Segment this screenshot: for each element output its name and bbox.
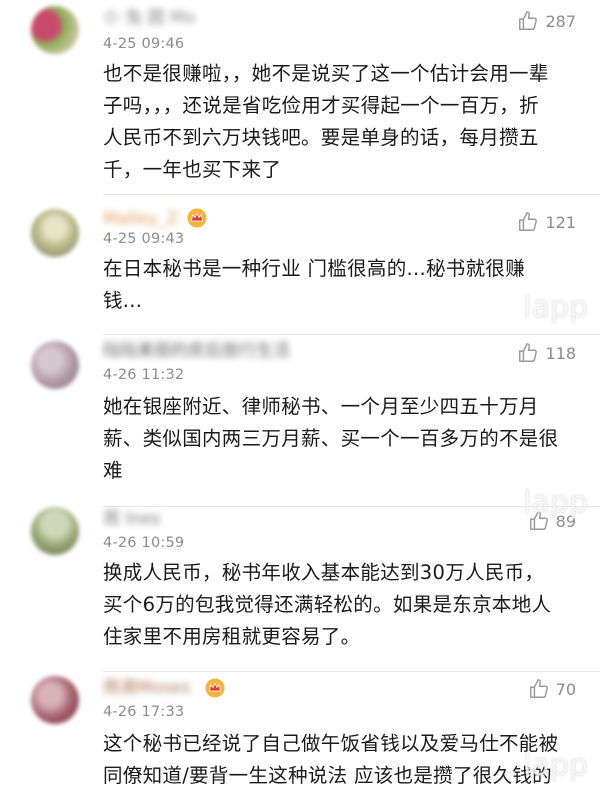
comment-line: 买个6万的包我觉得还满轻松的。如果是东京本地人 xyxy=(103,593,552,616)
comment-line: 在日本秘书是一种行业 门槛很高的...秘书就很赚 xyxy=(103,257,525,280)
comment-item: 周 Ines 4-26 10:59 89 换成人民币，秘书年收入基本能达到30万… xyxy=(0,507,600,672)
comment-text: 也不是很赚啦，，她不是说买了这一个估计会用一辈 子吗，，，还说是省吃俭用才买得起… xyxy=(103,58,583,186)
avatar[interactable] xyxy=(31,209,79,257)
like-button[interactable]: 121 xyxy=(517,211,576,233)
crown-icon xyxy=(187,208,207,228)
thumbs-up-icon xyxy=(519,11,538,30)
username[interactable]: 小 兔 圆 Mo xyxy=(103,8,195,28)
username[interactable]: 陆陆美丽的房后旅行生活 xyxy=(103,341,290,361)
comment-item: Malley_Z 4-25 09:43 121 在日本秘书是一种行业 门槛很高的… xyxy=(0,195,600,335)
avatar[interactable] xyxy=(31,341,79,389)
comment-text: 她在银座附近、律师秘书、一个月至少四五十万月 薪、类似国内两三万月薪、买一个一百… xyxy=(103,391,583,487)
comment-time: 4-26 11:32 xyxy=(103,367,185,383)
crown-icon xyxy=(205,678,225,698)
like-count: 118 xyxy=(545,343,576,363)
like-count: 89 xyxy=(555,511,576,531)
thumbs-up-icon xyxy=(529,679,548,698)
username[interactable]: 雨滴Moses xyxy=(103,678,190,698)
comment-time: 4-25 09:46 xyxy=(103,36,185,52)
like-button[interactable]: 70 xyxy=(528,678,576,700)
like-count: 287 xyxy=(545,11,576,31)
comment-line: 人民币不到六万块钱吧。要是单身的话，每月攒五 xyxy=(103,126,539,149)
thumbs-up-icon xyxy=(529,511,548,530)
comment-item: 陆陆美丽的房后旅行生活 4-26 11:32 118 她在银座附近、律师秘书、一… xyxy=(0,335,600,507)
comment-time: 4-26 10:59 xyxy=(103,535,185,551)
comment-line: 她在银座附近、律师秘书、一个月至少四五十万月 xyxy=(103,395,539,418)
comment-item: 小 兔 圆 Mo 4-25 09:46 287 也不是很赚啦，，她不是说买了这一… xyxy=(0,0,600,195)
thumbs-up-icon xyxy=(519,343,538,362)
comment-line: 子吗，，，还说是省吃俭用才买得起一个一百万，折 xyxy=(103,94,539,117)
like-button[interactable]: 287 xyxy=(517,10,576,32)
comment-line: 薪、类似国内两三万月薪、买一个一百多万的不是很 xyxy=(103,427,559,450)
comment-text: 这个秘书已经说了自己做午饭省钱以及爱马仕不能被 同僚知道/要背一生这种说法 应该… xyxy=(103,728,583,792)
comment-item: 雨滴Moses 4-26 17:33 70 这个秘书已经说了自己做午饭省钱以及爱… xyxy=(0,672,600,799)
comment-text: 换成人民币，秘书年收入基本能达到30万人民币， 买个6万的包我觉得还满轻松的。如… xyxy=(103,557,583,653)
username[interactable]: 周 Ines xyxy=(103,509,161,529)
like-button[interactable]: 89 xyxy=(528,510,576,532)
comment-line: 千，一年也买下来了 xyxy=(103,158,282,181)
comment-time: 4-25 09:43 xyxy=(103,231,185,247)
comment-line: 同僚知道/要背一生这种说法 应该也是攒了很久钱的 xyxy=(103,764,552,787)
username[interactable]: Malley_Z xyxy=(103,209,178,229)
comment-line: 换成人民币，秘书年收入基本能达到30万人民币， xyxy=(103,561,545,584)
comment-line: 钱... xyxy=(103,289,143,312)
like-count: 121 xyxy=(545,212,576,232)
avatar[interactable] xyxy=(31,676,79,724)
like-count: 70 xyxy=(555,679,576,699)
avatar[interactable] xyxy=(31,507,79,555)
comment-text: 在日本秘书是一种行业 门槛很高的...秘书就很赚 钱... xyxy=(103,253,583,317)
comment-line: 住家里不用房租就更容易了。 xyxy=(103,625,361,648)
comment-time: 4-26 17:33 xyxy=(103,704,185,720)
comment-feed: 小 兔 圆 Mo 4-25 09:46 287 也不是很赚啦，，她不是说买了这一… xyxy=(0,0,600,799)
avatar[interactable] xyxy=(31,6,79,54)
like-button[interactable]: 118 xyxy=(517,342,576,364)
thumbs-up-icon xyxy=(519,212,538,231)
comment-line: 也不是很赚啦，，她不是说买了这一个估计会用一辈 xyxy=(103,62,549,85)
comment-line: 难 xyxy=(103,459,123,482)
comment-line: 这个秘书已经说了自己做午饭省钱以及爱马仕不能被 xyxy=(103,732,559,755)
